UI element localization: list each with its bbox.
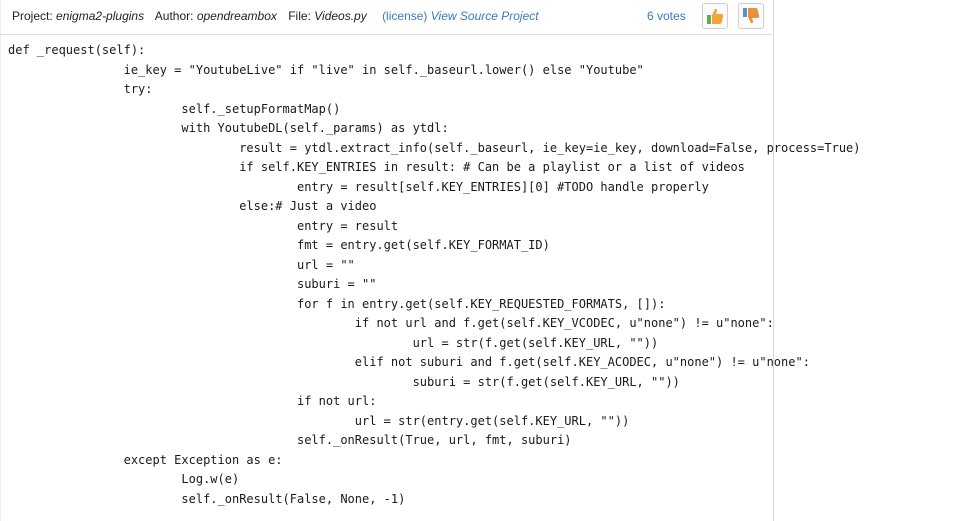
code-line: self._setupFormatMap() — [8, 101, 341, 116]
code-line: url = "" — [8, 257, 355, 272]
code-line: except Exception as e: — [8, 452, 283, 467]
code-line: result = ytdl.extract_info(self._baseurl… — [8, 140, 861, 155]
code-line: elif not suburi and f.get(self.KEY_ACODE… — [8, 355, 810, 369]
code-line: def _request(self): — [8, 43, 146, 57]
code-line: entry = result[self.KEY_ENTRIES][0] #TOD… — [8, 179, 709, 194]
author-key: Author: — [154, 9, 194, 23]
view-source-link[interactable]: View Source Project — [431, 9, 539, 23]
code-block: def _request(self): ie_key = "YoutubeLiv… — [8, 41, 861, 509]
code-line: if not url and f.get(self.KEY_VCODEC, u"… — [8, 316, 774, 330]
code-line: url = str(entry.get(self.KEY_URL, "")) — [8, 413, 630, 428]
license-link[interactable]: (license) — [382, 9, 427, 23]
code-line: with YoutubeDL(self._params) as ytdl: — [8, 121, 449, 135]
file-key: File: — [288, 9, 311, 23]
code-line: for f in entry.get(self.KEY_REQUESTED_FO… — [8, 296, 666, 311]
vote-count: 6 votes — [647, 9, 686, 23]
code-line: suburi = "" — [8, 277, 377, 291]
vote-up-button[interactable] — [702, 3, 728, 29]
project-name: enigma2-plugins — [56, 9, 145, 23]
example-meta: Project: enigma2-plugins Author: opendre… — [12, 9, 539, 23]
code-line: suburi = str(f.get(self.KEY_URL, "")) — [8, 374, 680, 389]
thumbs-up-icon — [707, 8, 724, 24]
code-line: if self.KEY_ENTRIES in result: # Can be … — [8, 160, 745, 174]
code-line: self._onResult(True, url, fmt, suburi) — [8, 433, 572, 447]
code-line: ie_key = "YoutubeLive" if "live" in self… — [8, 62, 644, 77]
thumbs-down-icon — [743, 8, 760, 24]
code-line: entry = result — [8, 218, 399, 233]
file-name: Videos.py — [314, 9, 367, 23]
example-header: Project: enigma2-plugins Author: opendre… — [0, 0, 772, 35]
code-line: url = str(f.get(self.KEY_URL, "")) — [8, 335, 659, 350]
vote-down-button[interactable] — [738, 3, 764, 29]
code-line: fmt = entry.get(self.KEY_FORMAT_ID) — [8, 238, 550, 252]
code-line: try: — [8, 82, 153, 96]
code-line: Log.w(e) — [8, 472, 240, 486]
author-name: opendreambox — [196, 9, 277, 23]
code-line: if not url: — [8, 394, 377, 408]
project-key: Project: — [12, 9, 53, 23]
code-line: else:# Just a video — [8, 199, 377, 213]
code-line: self._onResult(False, None, -1) — [8, 491, 406, 506]
